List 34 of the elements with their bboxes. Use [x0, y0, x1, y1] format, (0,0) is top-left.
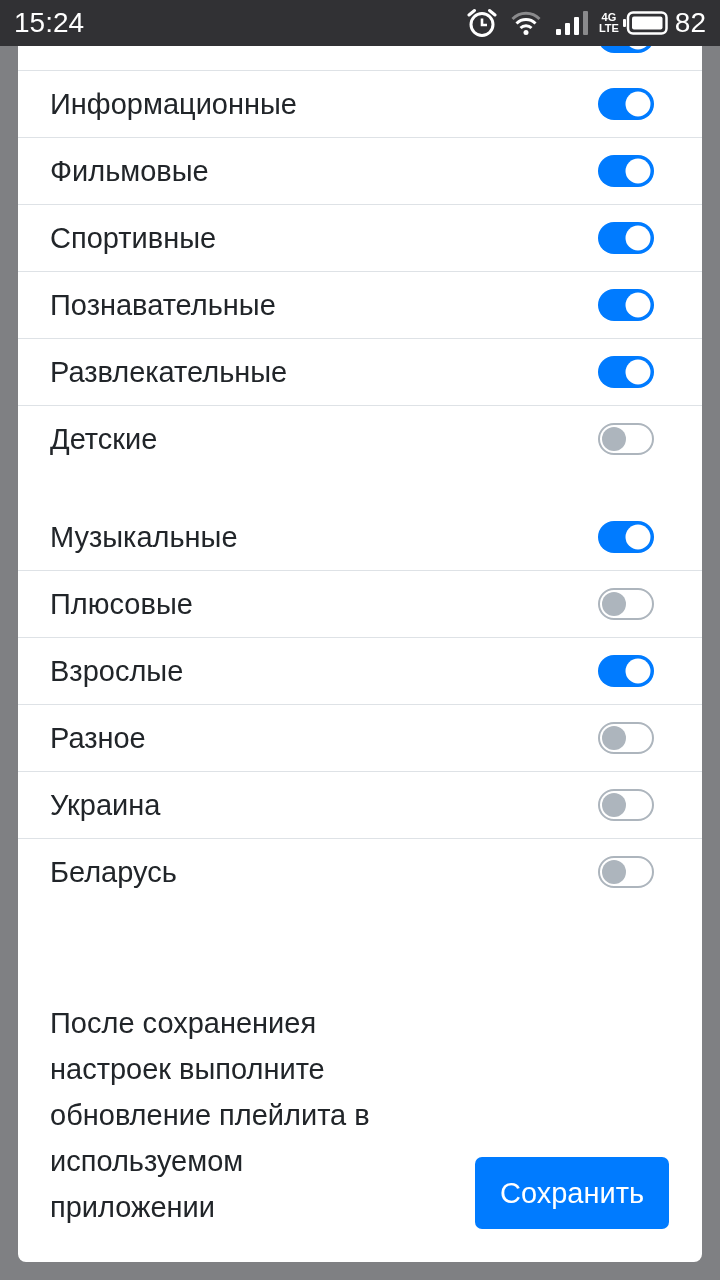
setting-label: Беларусь	[50, 855, 177, 889]
setting-label: Фильмовые	[50, 154, 209, 188]
wifi-icon	[510, 11, 541, 35]
toggle-switch[interactable]	[598, 588, 654, 620]
network-type-label: 4G	[601, 12, 617, 23]
signal-icon	[555, 11, 589, 35]
toggle-switch[interactable]	[598, 356, 654, 388]
network-type-label: LTE	[598, 23, 619, 34]
toggle-switch[interactable]	[598, 856, 654, 888]
alarm-clock-icon	[466, 8, 497, 38]
setting-label: Украина	[50, 788, 161, 822]
toggle-switch[interactable]	[598, 520, 654, 553]
setting-label: Спортивные	[50, 221, 217, 255]
setting-label: Развлекательные	[50, 355, 288, 389]
setting-label: Взрослые	[50, 654, 184, 688]
toggle-switch[interactable]	[598, 155, 654, 187]
toggle-switch[interactable]	[598, 88, 654, 120]
battery-percent: 82	[674, 7, 706, 39]
status-time: 15:24	[14, 7, 85, 39]
toggle-switch[interactable]	[598, 722, 654, 754]
setting-label: Разное	[50, 721, 146, 755]
setting-label: Плюсовые	[50, 587, 193, 621]
toggle-switch[interactable]	[598, 655, 654, 687]
setting-label: Информационные	[50, 87, 297, 121]
toggle-switch[interactable]	[598, 222, 654, 254]
setting-label: Музыкальные	[50, 519, 238, 554]
setting-label: Детские	[50, 422, 158, 456]
toggle-switch[interactable]	[598, 789, 654, 821]
toggle-switch[interactable]	[598, 289, 654, 321]
setting-label: Познавательные	[50, 288, 276, 322]
battery-icon	[622, 11, 668, 35]
info-note: После сохранениея настроек выполните обновление плейлита в используемом приложении	[50, 1006, 371, 1225]
toggle-switch[interactable]	[598, 423, 654, 455]
save-button[interactable]: Сохранить	[475, 1157, 669, 1229]
